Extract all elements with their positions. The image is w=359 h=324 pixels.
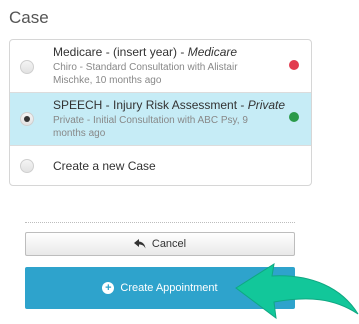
cancel-button[interactable]: Cancel [25, 232, 295, 256]
case-title-text: Medicare - (insert year) - [53, 45, 188, 59]
case-radio-speech[interactable] [20, 112, 34, 126]
case-title: SPEECH - Injury Risk Assessment - Privat… [53, 98, 285, 112]
pointer-arrow-icon [235, 262, 359, 320]
case-item-speech[interactable]: SPEECH - Injury Risk Assessment - Privat… [10, 93, 311, 146]
case-title: Medicare - (insert year) - Medicare [53, 45, 237, 59]
plus-circle-icon: + [102, 282, 115, 294]
case-list: Medicare - (insert year) - Medicare Chir… [9, 39, 312, 186]
case-type: Medicare [187, 45, 238, 59]
case-title: Create a new Case [53, 159, 156, 173]
status-dot-red [289, 60, 299, 70]
reply-arrow-icon [133, 239, 146, 249]
divider [25, 222, 295, 223]
case-item-create-new[interactable]: Create a new Case [10, 146, 311, 185]
status-dot-green [289, 112, 299, 122]
case-radio-create-new[interactable] [20, 159, 34, 173]
case-item-medicare[interactable]: Medicare - (insert year) - Medicare Chir… [10, 40, 311, 93]
case-title-text: SPEECH - Injury Risk Assessment - [53, 98, 248, 112]
create-appointment-label: Create Appointment [120, 282, 218, 294]
case-radio-medicare[interactable] [20, 60, 34, 74]
case-subtitle: Private - Initial Consultation with ABC … [53, 115, 248, 139]
section-title: Case [9, 8, 49, 27]
case-subtitle: Chiro - Standard Consultation with Alist… [53, 62, 238, 86]
cancel-label: Cancel [151, 238, 187, 250]
case-type: Private [247, 98, 286, 112]
